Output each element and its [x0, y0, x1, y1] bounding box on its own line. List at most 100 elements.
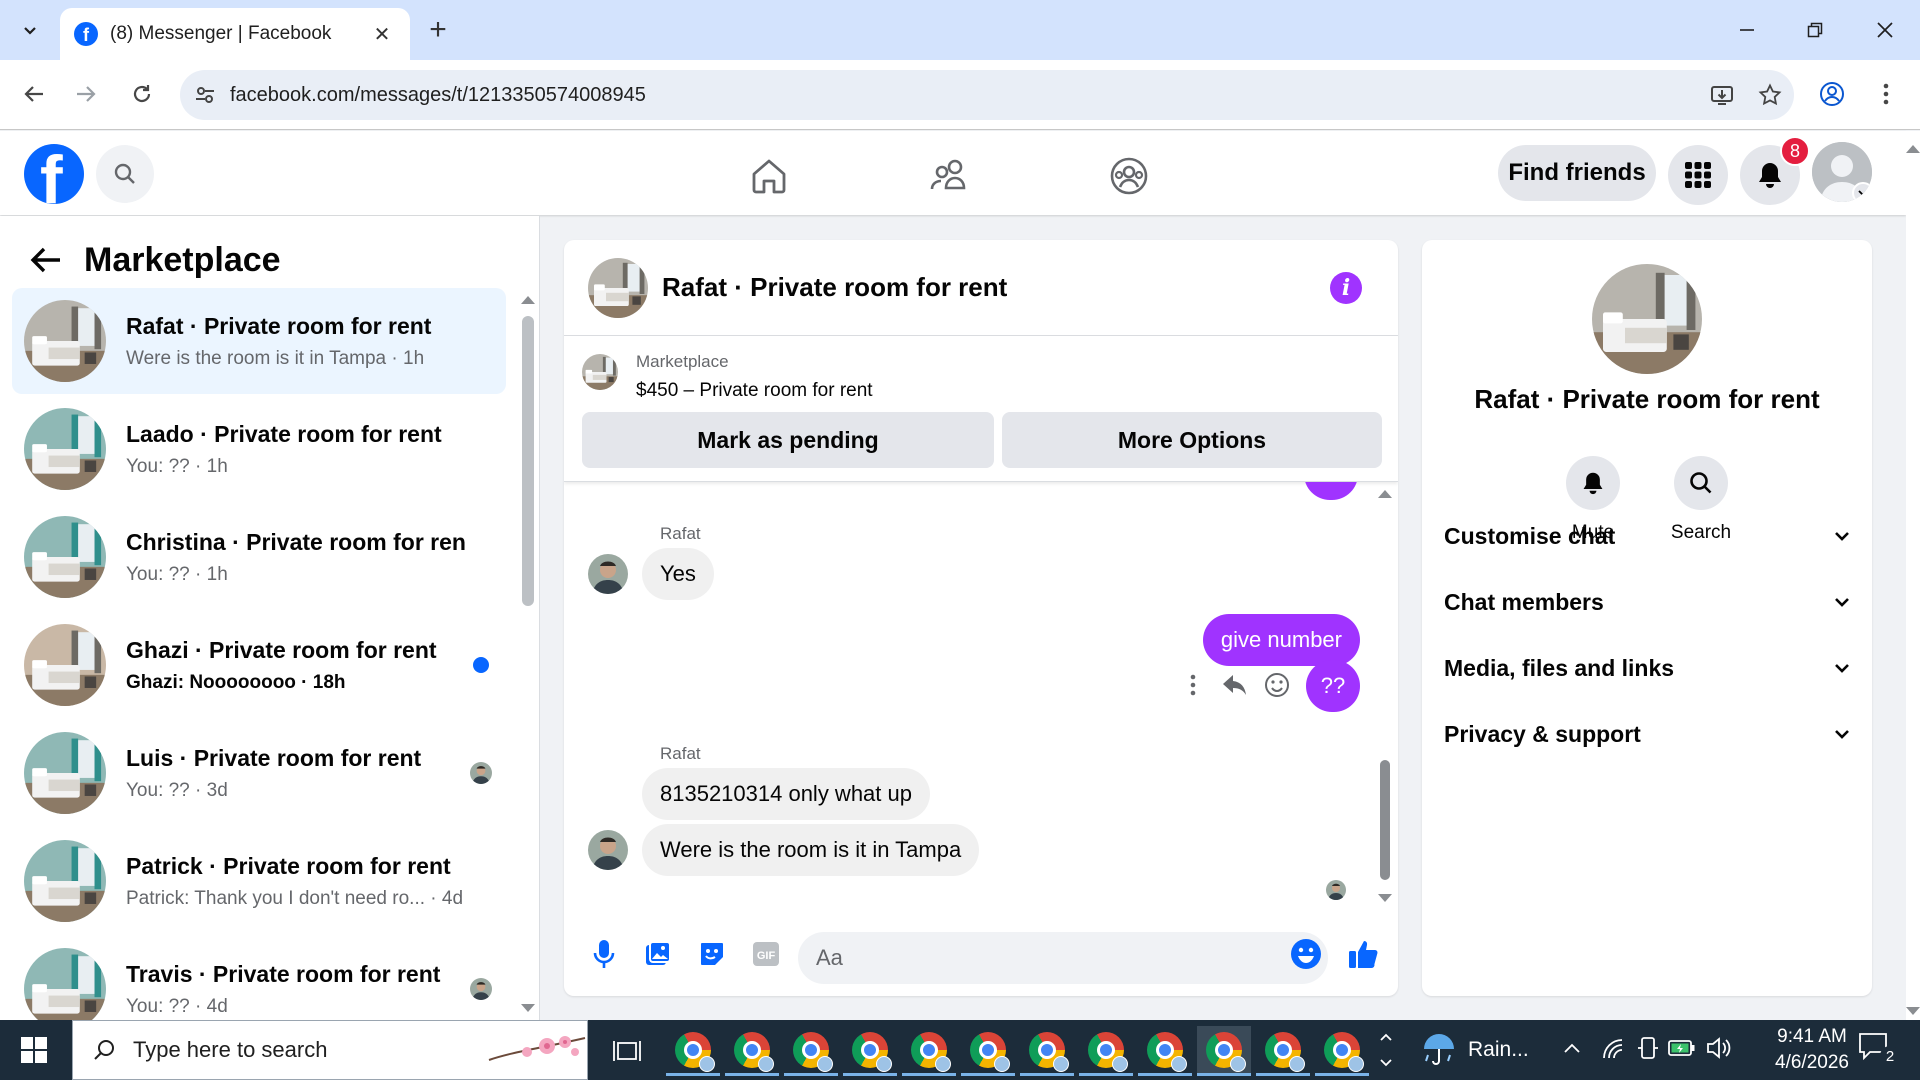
taskbar-chrome-window[interactable]	[784, 1026, 838, 1076]
info-section-row[interactable]: Chat members	[1444, 574, 1850, 630]
clock[interactable]: 9:41 AM 4/6/2026	[1748, 1024, 1876, 1076]
reload-button[interactable]	[122, 74, 162, 114]
scroll-down-arrow[interactable]	[521, 1004, 535, 1012]
message-thread[interactable]: Rafat Yes give number ?? Rafat 813521031…	[564, 482, 1398, 912]
mark-as-pending-button[interactable]: Mark as pending	[582, 412, 994, 468]
message-bubble-incoming[interactable]: 8135210314 only what up	[642, 768, 930, 820]
taskbar-chrome-window[interactable]	[1256, 1026, 1310, 1076]
sticker-button[interactable]	[694, 936, 730, 972]
page-scrollbar[interactable]	[1906, 131, 1920, 1020]
scroll-up-arrow[interactable]	[1906, 145, 1920, 153]
bookmark-star-icon[interactable]	[1746, 83, 1794, 107]
scroll-down-arrow[interactable]	[1906, 1007, 1920, 1015]
message-bubble-outgoing[interactable]: give number	[1202, 614, 1360, 666]
message-bubble-outgoing[interactable]: ??	[1306, 660, 1360, 712]
taskbar-chrome-window[interactable]	[1138, 1026, 1192, 1076]
chat-title[interactable]: Rafat · Private room for rent	[662, 272, 1330, 303]
send-like-button[interactable]	[1346, 936, 1382, 972]
home-tab[interactable]	[744, 151, 794, 201]
listing-thumbnail[interactable]	[582, 354, 618, 390]
gif-button[interactable]: GIF	[748, 936, 784, 972]
account-profile-button[interactable]	[1812, 142, 1872, 202]
tab-close-icon[interactable]: ✕	[368, 22, 396, 47]
volume-status[interactable]	[1706, 1036, 1732, 1065]
chrome-profile-button[interactable]	[1812, 74, 1852, 114]
listing-price-title[interactable]: $450 – Private room for rent	[636, 380, 873, 402]
show-hidden-icons-button[interactable]	[1562, 1038, 1582, 1063]
address-bar[interactable]: facebook.com/messages/t/1213350574008945	[180, 70, 1794, 120]
taskbar-chrome-window[interactable]	[1197, 1026, 1251, 1076]
reply-icon[interactable]	[1218, 668, 1252, 702]
battery-status[interactable]	[1668, 1038, 1696, 1063]
attach-photo-button[interactable]	[640, 936, 676, 972]
scrollbar-thumb[interactable]	[1380, 760, 1390, 880]
taskbar-chrome-window[interactable]	[725, 1026, 779, 1076]
window-close-button[interactable]	[1852, 0, 1918, 60]
wifi-status[interactable]	[1600, 1036, 1624, 1065]
chat-avatar[interactable]	[588, 257, 648, 318]
conversation-item[interactable]: Luis · Private room for rent You: ?? · 3d	[12, 720, 506, 826]
sender-avatar[interactable]	[588, 554, 628, 594]
taskbar-chrome-window[interactable]	[1020, 1026, 1074, 1076]
taskbar-chrome-window[interactable]	[961, 1026, 1015, 1076]
tab-search-button[interactable]	[10, 10, 50, 50]
taskbar-overflow-arrows[interactable]	[1378, 1028, 1394, 1072]
taskbar-chrome-window[interactable]	[843, 1026, 897, 1076]
browser-tab-messenger[interactable]: f (8) Messenger | Facebook ✕	[60, 8, 410, 60]
react-smiley-icon[interactable]	[1260, 668, 1294, 702]
info-section-row[interactable]: Media, files and links	[1444, 640, 1850, 696]
groups-tab[interactable]	[1104, 151, 1154, 201]
conversation-item[interactable]: Christina · Private room for rent You: ??…	[12, 504, 506, 610]
taskbar-chrome-window[interactable]	[666, 1026, 720, 1076]
conversation-item[interactable]: Laado · Private room for rent You: ?? · 1…	[12, 396, 506, 502]
forward-button[interactable]	[66, 74, 106, 114]
conversation-item[interactable]: Travis · Private room for rent You: ?? · …	[12, 936, 506, 1020]
new-tab-button[interactable]: +	[420, 12, 456, 48]
taskbar-chrome-window[interactable]	[1315, 1026, 1369, 1076]
more-options-button[interactable]: More Options	[1002, 412, 1382, 468]
chrome-menu-button[interactable]	[1866, 74, 1906, 114]
message-bubble-outgoing-partial[interactable]	[1304, 482, 1358, 500]
find-friends-button[interactable]: Find friends	[1498, 145, 1656, 201]
facebook-search-button[interactable]	[96, 145, 154, 203]
scroll-down-arrow[interactable]	[1378, 894, 1392, 902]
conversation-avatar[interactable]	[1592, 264, 1702, 374]
message-thread-scrollbar[interactable]	[1378, 490, 1392, 910]
info-section-row[interactable]: Customise chat	[1444, 508, 1850, 564]
start-button[interactable]	[14, 1032, 54, 1068]
back-button[interactable]	[14, 74, 54, 114]
conversation-item[interactable]: Patrick · Private room for rent Patrick: …	[12, 828, 506, 934]
weather-widget[interactable]: Rain...	[1420, 1028, 1560, 1072]
sender-avatar[interactable]	[588, 830, 628, 870]
taskbar-chrome-window[interactable]	[1079, 1026, 1133, 1076]
site-settings-icon[interactable]	[180, 84, 230, 106]
message-bubble-incoming[interactable]: Were is the room is it in Tampa	[642, 824, 980, 876]
voice-clip-button[interactable]	[586, 936, 622, 972]
friends-tab[interactable]	[924, 151, 974, 201]
conversation-item[interactable]: Rafat · Private room for rent Were is the…	[12, 288, 506, 394]
device-status[interactable]	[1636, 1036, 1660, 1065]
task-view-button[interactable]	[600, 1026, 654, 1076]
minimize-button[interactable]	[1714, 0, 1780, 60]
conversation-item[interactable]: Ghazi · Private room for rent Ghazi: Nooo…	[12, 612, 506, 718]
message-more-icon[interactable]	[1176, 668, 1210, 702]
taskbar-search-box[interactable]: Type here to search	[72, 1020, 588, 1080]
restore-button[interactable]	[1782, 0, 1848, 60]
menu-button[interactable]	[1668, 145, 1728, 205]
message-input[interactable]	[798, 932, 1328, 984]
install-app-icon[interactable]	[1698, 83, 1746, 107]
info-icon[interactable]: i	[1330, 271, 1362, 304]
facebook-logo[interactable]: f	[24, 144, 84, 204]
conversation-list-scrollbar[interactable]	[521, 296, 535, 1016]
action-center-button[interactable]: 2	[1858, 1032, 1900, 1070]
scroll-up-arrow[interactable]	[521, 296, 535, 304]
scroll-up-arrow[interactable]	[1378, 490, 1392, 498]
emoji-button[interactable]	[1288, 936, 1324, 972]
message-bubble-incoming[interactable]: Yes	[642, 548, 714, 600]
scrollbar-thumb[interactable]	[522, 316, 534, 606]
url-text[interactable]: facebook.com/messages/t/1213350574008945	[230, 84, 1698, 107]
back-arrow-button[interactable]	[26, 240, 66, 280]
chrome-icon	[1147, 1031, 1187, 1072]
info-section-row[interactable]: Privacy & support	[1444, 706, 1850, 762]
taskbar-chrome-window[interactable]	[902, 1026, 956, 1076]
